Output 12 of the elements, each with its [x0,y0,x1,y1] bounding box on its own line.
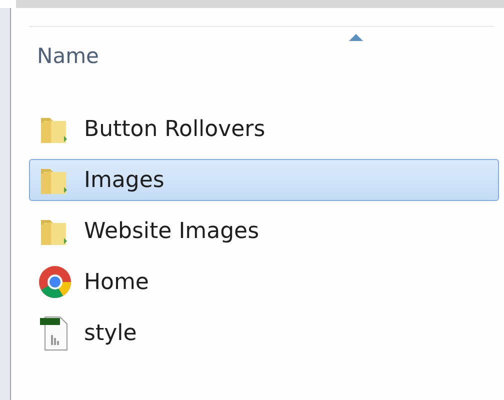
file-row[interactable]: Images [29,159,499,201]
file-name: Website Images [84,218,260,244]
name-column-header[interactable]: Name [37,44,99,68]
file-row[interactable]: Website Images [29,210,469,252]
file-name: style [84,320,137,346]
browser-icon [38,265,72,299]
file-name: Images [84,168,164,192]
file-row[interactable]: Home [29,261,469,303]
file-row[interactable]: Button Rollovers [29,108,469,150]
file-name: Button Rollovers [84,116,266,142]
file-row[interactable]: style [29,312,469,354]
file-name: Home [84,270,149,294]
